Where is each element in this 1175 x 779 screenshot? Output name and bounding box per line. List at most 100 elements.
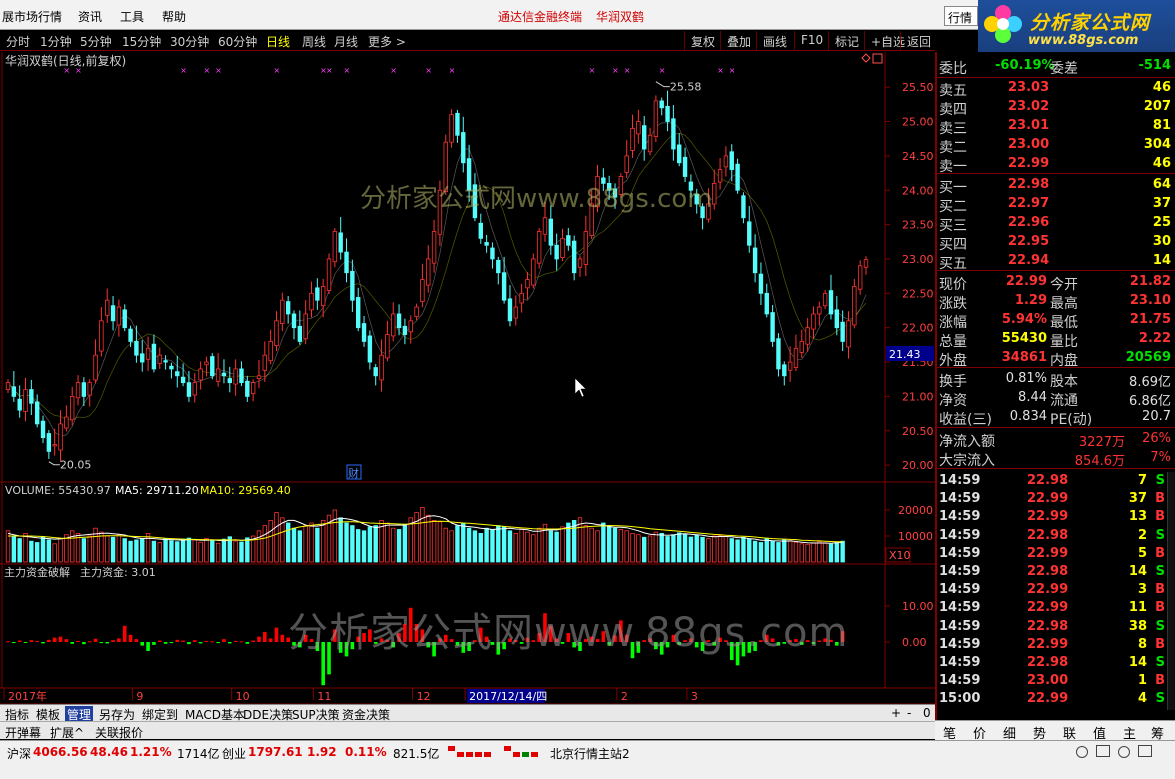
settings-icon[interactable] — [1096, 745, 1110, 757]
tick-row[interactable]: 14:59 22.98 7 S — [937, 472, 1175, 490]
volume-bar — [356, 529, 361, 563]
zoom-reset-button[interactable]: 0 — [923, 706, 931, 720]
flow-row: 大宗流入 854.6万 7% — [937, 449, 1175, 469]
fund-bar — [222, 639, 226, 642]
order-price: 22.99 — [1008, 156, 1050, 171]
period-1min[interactable]: 1分钟 — [40, 33, 72, 50]
sound-icon[interactable] — [1118, 746, 1130, 758]
candle-body — [571, 240, 577, 274]
volume-bar — [840, 540, 845, 563]
tick-row[interactable]: 14:59 22.98 14 S — [937, 654, 1175, 672]
zoom-in-button[interactable]: + — [891, 706, 901, 720]
period-more[interactable]: 更多 > — [368, 33, 406, 50]
back-button[interactable]: 返回 — [900, 31, 937, 50]
candle-body — [58, 423, 63, 451]
order-volume: 207 — [1143, 99, 1171, 114]
tick-time: 14:59 — [939, 673, 981, 689]
order-price: 22.94 — [1008, 253, 1050, 268]
menu-help[interactable]: 帮助 — [162, 8, 186, 25]
volume-bar — [309, 522, 314, 563]
period-15min[interactable]: 15分钟 — [122, 33, 161, 50]
fund-bar — [105, 642, 110, 644]
candle-body — [344, 251, 349, 274]
zoom-out-button[interactable]: - — [907, 706, 911, 720]
f10-button[interactable]: F10 — [794, 31, 829, 50]
tick-row[interactable]: 14:59 22.99 11 B — [937, 599, 1175, 617]
volume-bar — [612, 527, 618, 563]
period-60min[interactable]: 60分钟 — [218, 33, 257, 50]
fund-bar — [192, 640, 197, 642]
watermark-bottom: 分析家公式网www.88gs.com — [288, 610, 849, 656]
tick-row[interactable]: 14:59 22.99 5 B — [937, 545, 1175, 563]
overlay-button[interactable]: 叠加 — [720, 31, 757, 50]
tick-row[interactable]: 14:59 22.99 37 B — [937, 490, 1175, 508]
candle-body — [250, 382, 256, 395]
tick-row[interactable]: 14:59 22.98 38 S — [937, 618, 1175, 636]
news-badge[interactable]: 财 — [348, 466, 359, 480]
candle-body — [834, 309, 840, 329]
buy-order-row: 买五 22.94 14 — [937, 252, 1175, 272]
volume-bar — [81, 538, 87, 563]
fund-bar — [17, 640, 22, 642]
restore-rights-button[interactable]: 复权 — [684, 31, 721, 50]
candle-body — [496, 259, 501, 274]
candle-body — [822, 292, 828, 307]
volume-bar — [449, 530, 454, 563]
volume-bar — [40, 536, 46, 563]
volume-bar — [782, 539, 787, 563]
stat-value: 5.94% — [1001, 312, 1047, 327]
tick-scrollbar[interactable] — [1167, 472, 1175, 710]
candle — [332, 228, 338, 268]
volume-bar — [677, 532, 682, 563]
tick-row[interactable]: 14:59 23.00 1 B — [937, 672, 1175, 690]
period-5min[interactable]: 5分钟 — [80, 33, 112, 50]
volume-bar — [70, 530, 75, 563]
stat-value: 21.75 — [1129, 312, 1171, 327]
sh-percent: 1.21% — [130, 745, 172, 759]
candle-body — [671, 118, 676, 150]
screen-icon[interactable] — [1138, 745, 1152, 757]
stat-value: 23.10 — [1129, 293, 1171, 308]
mark-button[interactable]: 标记 — [828, 31, 865, 50]
tab-expand[interactable]: 扩展^ — [50, 724, 84, 741]
volume-bar — [752, 540, 758, 563]
menu-news[interactable]: 资讯 — [78, 8, 102, 25]
volume-ma10-label: MA10: 29569.40 — [200, 484, 291, 497]
volume-bar — [688, 536, 694, 563]
candle-body — [490, 247, 495, 260]
date-tick-label: 2017年 — [8, 689, 47, 703]
search-input[interactable]: 行情 — [944, 6, 978, 26]
cy-change: 1.92 — [307, 745, 337, 759]
tick-row[interactable]: 14:59 22.99 8 B — [937, 636, 1175, 654]
tick-row[interactable]: 14:59 22.98 14 S — [937, 563, 1175, 581]
low-price-label: 20.05 — [60, 459, 92, 472]
draw-line-button[interactable]: 画线 — [756, 31, 793, 50]
fund-bar — [58, 636, 63, 642]
period-tick[interactable]: 分时 — [6, 33, 30, 50]
period-30min[interactable]: 30分钟 — [170, 33, 209, 50]
candle-body — [577, 258, 583, 268]
period-weekly[interactable]: 周线 — [302, 33, 326, 50]
tick-side: B — [1155, 545, 1165, 561]
tick-time: 14:59 — [939, 564, 981, 579]
tab-danmaku[interactable]: 开弹幕 — [5, 724, 41, 741]
fund-bar — [268, 638, 273, 642]
period-daily[interactable]: 日线 — [266, 33, 290, 50]
volume-bar — [653, 531, 659, 563]
menu-market[interactable]: 展市场行情 — [2, 8, 62, 25]
volume-label: VOLUME: 55430.97 — [5, 484, 111, 497]
flow-value: 3227万 — [1078, 435, 1125, 450]
fund-bar — [6, 641, 10, 643]
tick-side: S — [1155, 618, 1165, 634]
tick-row[interactable]: 15:00 22.99 4 S — [937, 690, 1175, 708]
tick-row[interactable]: 14:59 22.99 3 B — [937, 581, 1175, 599]
tick-row[interactable]: 14:59 22.99 13 B — [937, 508, 1175, 526]
menu-tools[interactable]: 工具 — [120, 8, 144, 25]
date-tick-label: 10 — [236, 690, 250, 703]
period-monthly[interactable]: 月线 — [334, 33, 358, 50]
candle-body — [513, 306, 518, 319]
candle-body — [624, 155, 629, 173]
tab-linked-quote[interactable]: 关联报价 — [95, 724, 143, 741]
connection-icon[interactable] — [1076, 746, 1088, 758]
tick-row[interactable]: 14:59 22.98 2 S — [937, 527, 1175, 545]
